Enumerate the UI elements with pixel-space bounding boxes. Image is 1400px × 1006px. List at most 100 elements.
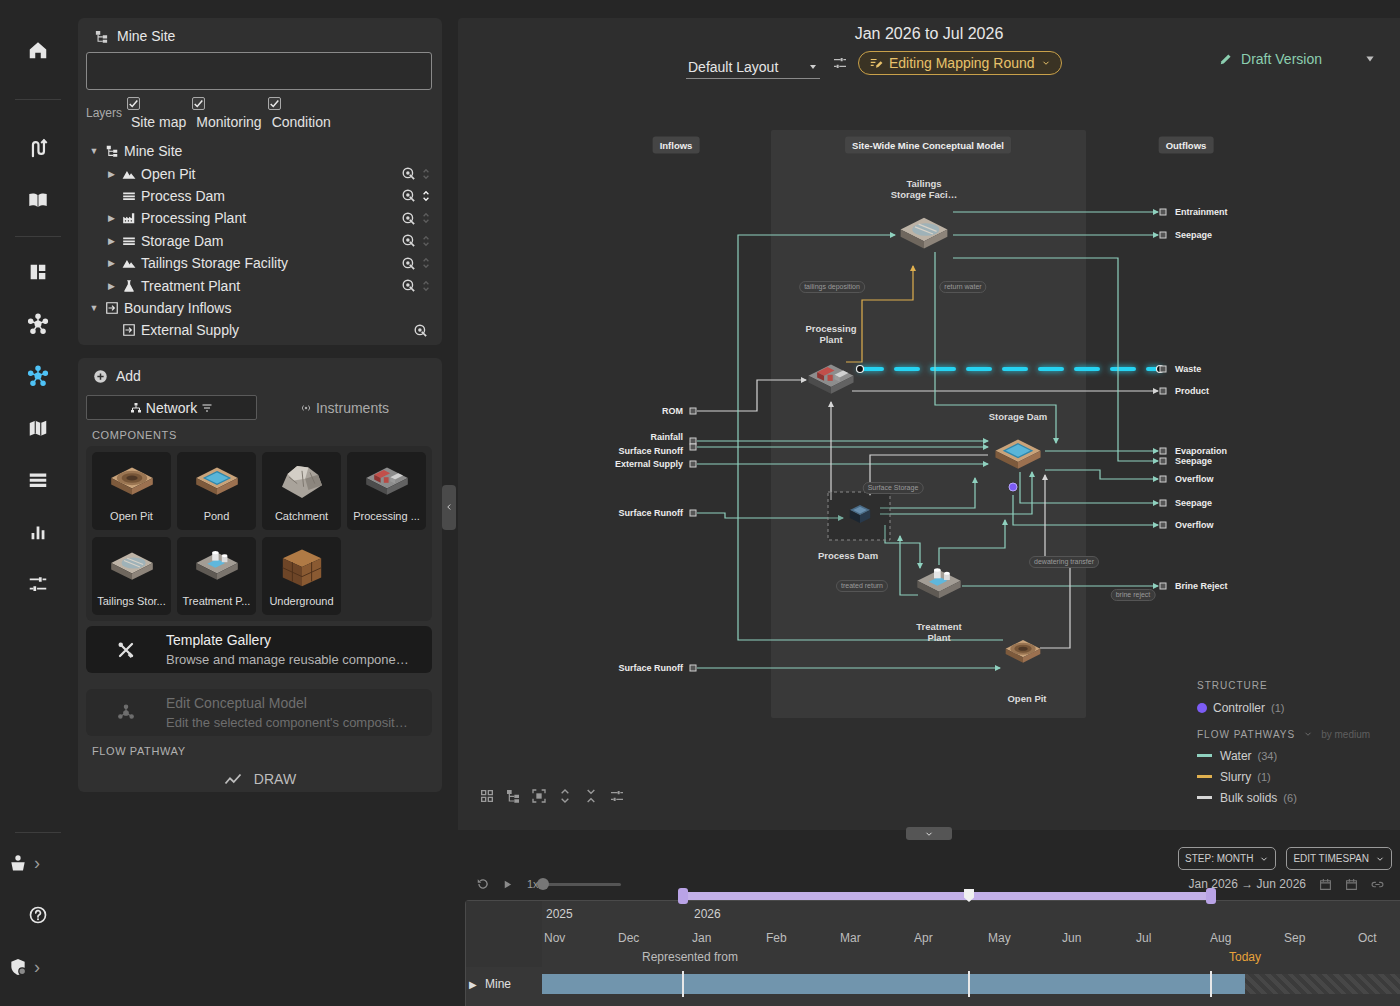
rail-item[interactable] bbox=[0, 350, 76, 402]
flow-edge[interactable] bbox=[900, 536, 918, 595]
group-by[interactable]: by medium bbox=[1321, 729, 1370, 740]
tab[interactable]: Network bbox=[86, 395, 257, 420]
tree-toggle[interactable]: ▶ bbox=[105, 169, 117, 179]
tree-toggle[interactable]: ▼ bbox=[88, 303, 100, 313]
replay-icon[interactable] bbox=[476, 877, 490, 891]
flow-edge[interactable] bbox=[697, 668, 1000, 669]
tree-item[interactable]: External Supply bbox=[86, 319, 432, 341]
reorder-icon[interactable] bbox=[420, 233, 432, 249]
sliders-icon[interactable] bbox=[609, 788, 625, 804]
tailings-icon[interactable] bbox=[901, 218, 948, 249]
pit-icon[interactable] bbox=[1006, 640, 1041, 663]
flow-edge[interactable] bbox=[962, 586, 1158, 587]
tree-label[interactable]: Mine Site bbox=[124, 143, 182, 159]
range-bar[interactable] bbox=[683, 892, 1211, 900]
calendar-icon[interactable] bbox=[1345, 878, 1358, 891]
component-card[interactable]: Treatment P... bbox=[177, 537, 256, 615]
tree-label[interactable]: Treatment Plant bbox=[141, 278, 240, 294]
tree-item[interactable]: ▶Storage Dam bbox=[86, 230, 432, 252]
reorder-icon[interactable] bbox=[420, 210, 432, 226]
locate-icon[interactable] bbox=[401, 278, 416, 293]
layer-toggle[interactable]: Condition bbox=[268, 97, 331, 130]
layer-checkbox[interactable] bbox=[192, 97, 205, 110]
rail-item[interactable] bbox=[0, 24, 76, 76]
layer-toggle[interactable]: Monitoring bbox=[192, 97, 261, 130]
calendar-icon[interactable] bbox=[1319, 878, 1332, 891]
step-select[interactable]: STEP: MONTH bbox=[1178, 847, 1276, 870]
dam-icon[interactable] bbox=[850, 505, 870, 523]
rail-item[interactable] bbox=[0, 246, 76, 298]
layout-select[interactable]: Default Layout bbox=[686, 56, 820, 79]
version-select[interactable]: Draft Version bbox=[1219, 51, 1376, 67]
filter-icon[interactable] bbox=[201, 402, 213, 414]
processing-icon[interactable] bbox=[808, 364, 853, 393]
tree-item[interactable]: ▶Open Pit bbox=[86, 162, 432, 184]
row-toggle[interactable]: ▶ bbox=[469, 979, 477, 990]
layer-checkbox[interactable] bbox=[268, 97, 281, 110]
tree-label[interactable]: Boundary Inflows bbox=[124, 300, 231, 316]
flow-edge[interactable] bbox=[697, 513, 843, 518]
locate-icon[interactable] bbox=[401, 166, 416, 181]
component-card[interactable]: Processing ... bbox=[347, 452, 426, 530]
flow-edge[interactable] bbox=[831, 402, 832, 500]
speed-thumb[interactable] bbox=[537, 878, 549, 890]
component-card[interactable]: Pond bbox=[177, 452, 256, 530]
tree-label[interactable]: Process Dam bbox=[141, 188, 225, 204]
flow-edge[interactable] bbox=[1045, 451, 1158, 452]
flow-edge[interactable] bbox=[953, 212, 1158, 213]
tree-label[interactable]: Storage Dam bbox=[141, 233, 223, 249]
rail-item[interactable]: › bbox=[0, 941, 76, 993]
playhead-thumb[interactable] bbox=[964, 889, 974, 902]
locate-icon[interactable] bbox=[401, 188, 416, 203]
component-card[interactable]: Open Pit bbox=[92, 452, 171, 530]
collapse-handle[interactable] bbox=[442, 485, 456, 530]
tree-item[interactable]: ▼ Boundary Inflows bbox=[86, 297, 432, 319]
flow-edge[interactable] bbox=[697, 441, 988, 442]
flow-edge[interactable] bbox=[738, 235, 1003, 640]
settings-icon[interactable] bbox=[832, 55, 848, 71]
component-card[interactable]: Catchment bbox=[262, 452, 341, 530]
tree-item[interactable]: ▶Processing Plant bbox=[86, 207, 432, 229]
grid-icon[interactable] bbox=[479, 788, 495, 804]
mode-badge[interactable]: Editing Mapping Round bbox=[858, 51, 1062, 75]
tree-label[interactable]: Processing Plant bbox=[141, 210, 246, 226]
rail-item[interactable]: › bbox=[0, 837, 76, 889]
range-end-handle[interactable] bbox=[1206, 888, 1216, 904]
play-icon[interactable] bbox=[502, 879, 513, 890]
speed-slider[interactable] bbox=[541, 883, 621, 886]
flow-edge[interactable] bbox=[697, 464, 988, 465]
reorder-icon[interactable] bbox=[420, 166, 432, 182]
timespan-select[interactable]: EDIT TIMESPAN bbox=[1286, 847, 1392, 870]
flow-edge[interactable] bbox=[852, 391, 1158, 392]
treatment-icon[interactable] bbox=[917, 568, 960, 598]
layer-checkbox[interactable] bbox=[127, 97, 140, 110]
flow-edge[interactable] bbox=[1020, 472, 1158, 503]
layer-toggle[interactable]: Site map bbox=[127, 97, 186, 130]
link-icon[interactable] bbox=[1371, 878, 1384, 891]
flow-edge[interactable] bbox=[1045, 470, 1158, 479]
reorder-icon[interactable] bbox=[420, 255, 432, 271]
expand-icon[interactable] bbox=[557, 788, 573, 804]
reorder-icon[interactable] bbox=[420, 278, 432, 294]
component-card[interactable]: Tailings Stor... bbox=[92, 537, 171, 615]
draw-button[interactable]: DRAW bbox=[86, 770, 432, 788]
tree-toggle[interactable]: ▶ bbox=[105, 281, 117, 291]
locate-icon[interactable] bbox=[401, 256, 416, 271]
range-start-handle[interactable] bbox=[678, 888, 688, 904]
focus-icon[interactable] bbox=[531, 788, 547, 804]
rail-item[interactable] bbox=[0, 454, 76, 506]
flow-edge[interactable] bbox=[1013, 495, 1158, 525]
flow-edge[interactable] bbox=[697, 380, 806, 411]
add-row[interactable]: Add bbox=[86, 367, 432, 385]
flow-edge[interactable] bbox=[885, 525, 920, 568]
rail-item[interactable] bbox=[0, 506, 76, 558]
hierarchy-icon[interactable] bbox=[505, 788, 521, 804]
tree-toggle[interactable]: ▼ bbox=[88, 146, 100, 156]
tree-item[interactable]: ▼ Mine Site bbox=[86, 140, 432, 162]
reorder-icon[interactable] bbox=[420, 188, 432, 204]
tab[interactable]: Instruments bbox=[257, 395, 432, 420]
rail-item[interactable] bbox=[0, 558, 76, 610]
flow-edge[interactable] bbox=[939, 520, 1005, 565]
tree-item[interactable]: ▶Tailings Storage Facility bbox=[86, 252, 432, 274]
rail-item[interactable] bbox=[0, 402, 76, 454]
